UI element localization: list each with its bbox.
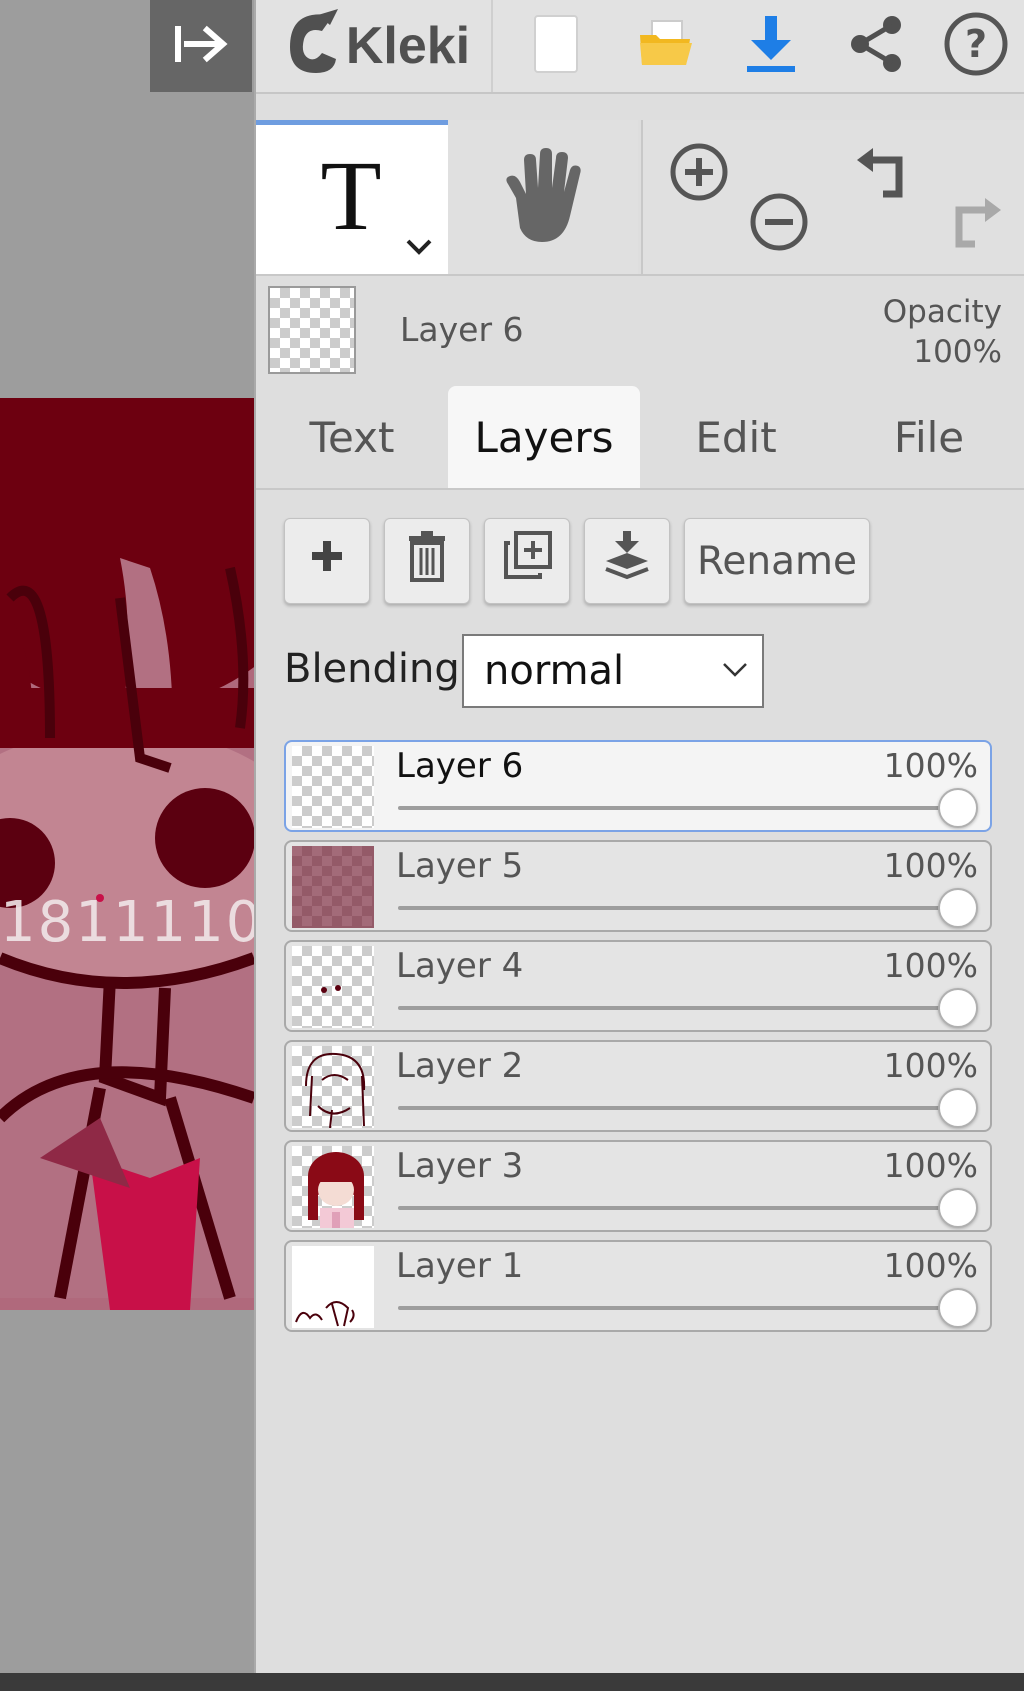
tab-layers[interactable]: Layers [448, 386, 640, 488]
new-image-icon [533, 14, 579, 78]
layer-opacity-value: 100% [883, 946, 978, 985]
layer-opacity-slider-handle[interactable] [938, 1088, 978, 1128]
download-icon [745, 14, 797, 78]
side-panel: Kleki ? T Layer 6 Opacity 100% Text Laye… [254, 0, 1024, 1673]
layer-opacity-slider-handle[interactable] [938, 1188, 978, 1228]
layer-thumbnail [292, 1246, 374, 1328]
share-icon [848, 15, 904, 77]
redo-icon[interactable] [945, 192, 1005, 256]
app-title: Kleki [345, 17, 471, 75]
undo-icon[interactable] [853, 142, 913, 206]
opacity-value: 100% [913, 334, 1002, 370]
app-logo[interactable]: Kleki [276, 0, 476, 92]
blending-select[interactable]: normal [462, 634, 764, 708]
layer-item-layer-2[interactable]: Layer 2 100% [284, 1040, 992, 1132]
zoom-controls [641, 120, 835, 274]
layer-opacity-value: 100% [883, 1246, 978, 1285]
layer-thumbnail [292, 1046, 374, 1128]
plus-icon [308, 537, 346, 585]
opacity-label: Opacity [882, 294, 1002, 330]
layer-thumbnail [292, 946, 374, 1028]
layer-item-layer-3[interactable]: Layer 3 100% [284, 1140, 992, 1232]
download-button[interactable] [721, 0, 821, 92]
tool-row: T [256, 120, 1024, 276]
layer-item-layer-1[interactable]: Layer 1 100% [284, 1240, 992, 1332]
merge-down-icon [602, 531, 652, 591]
layer-item-layer-4[interactable]: Layer 4 100% [284, 940, 992, 1032]
drawing-canvas-area[interactable]: 1811110 [0, 0, 254, 1691]
new-image-button[interactable] [506, 0, 606, 92]
current-layer-name: Layer 6 [400, 310, 524, 349]
layer-opacity-value: 100% [883, 1146, 978, 1185]
text-tool-icon: T [306, 140, 396, 251]
zoom-out-icon[interactable] [749, 192, 809, 256]
layer-opacity-slider[interactable] [398, 906, 958, 910]
layer-opacity-value: 100% [883, 846, 978, 885]
layer-thumbnail [292, 1146, 374, 1228]
layer-name: Layer 1 [396, 1246, 524, 1286]
layer-opacity-slider-handle[interactable] [938, 1288, 978, 1328]
chevron-down-icon [722, 662, 748, 682]
layer-opacity-value: 100% [883, 746, 978, 785]
toolbar-separator [491, 0, 493, 92]
trash-icon [407, 530, 447, 592]
kleki-logo-icon [282, 9, 342, 83]
layer-name: Layer 2 [396, 1046, 524, 1086]
text-tool-button[interactable]: T [256, 120, 448, 274]
tab-edit[interactable]: Edit [640, 386, 832, 488]
layer-opacity-slider[interactable] [398, 1006, 958, 1010]
blending-value: normal [484, 648, 625, 694]
layer-name: Layer 5 [396, 846, 524, 886]
system-bottom-bar [0, 1673, 1024, 1691]
svg-text:T: T [320, 145, 381, 245]
panel-tabs: Text Layers Edit File [256, 386, 1024, 490]
rename-layer-button[interactable]: Rename [684, 518, 870, 604]
merge-layer-down-button[interactable] [584, 518, 670, 604]
layer-opacity-slider-handle[interactable] [938, 988, 978, 1028]
layer-name: Layer 6 [396, 746, 524, 786]
current-layer-opacity: Opacity 100% [883, 292, 1002, 372]
add-layer-button[interactable] [284, 518, 370, 604]
delete-layer-button[interactable] [384, 518, 470, 604]
top-toolbar: Kleki ? [256, 0, 1024, 94]
open-folder-icon [638, 19, 694, 73]
hand-icon [498, 148, 582, 248]
layer-opacity-value: 100% [883, 1046, 978, 1085]
help-icon: ? [943, 11, 1009, 81]
duplicate-icon [502, 531, 552, 591]
layer-thumbnail [292, 746, 374, 828]
tab-text[interactable]: Text [256, 386, 448, 488]
duplicate-layer-button[interactable] [484, 518, 570, 604]
share-button[interactable] [826, 0, 926, 92]
current-layer-info: Layer 6 Opacity 100% [256, 276, 1024, 386]
hand-tool-button[interactable] [448, 120, 638, 274]
layer-opacity-slider-handle[interactable] [938, 788, 978, 828]
tab-file[interactable]: File [832, 386, 1024, 488]
current-layer-thumbnail [268, 286, 356, 374]
blending-label: Blending [284, 646, 460, 692]
layer-opacity-slider[interactable] [398, 1306, 958, 1310]
layer-item-layer-5[interactable]: Layer 5 100% [284, 840, 992, 932]
chevron-down-icon[interactable] [404, 237, 434, 261]
zoom-in-icon[interactable] [669, 142, 729, 206]
canvas-overlay-text: 1811110 [0, 890, 254, 955]
canvas-artwork[interactable] [0, 398, 254, 1310]
undo-redo-controls [833, 120, 1024, 274]
help-button[interactable]: ? [926, 0, 1024, 92]
collapse-panel-button[interactable] [150, 0, 252, 92]
svg-text:?: ? [965, 22, 987, 66]
layer-opacity-slider-handle[interactable] [938, 888, 978, 928]
open-file-button[interactable] [616, 0, 716, 92]
layer-opacity-slider[interactable] [398, 1106, 958, 1110]
collapse-panel-icon [171, 22, 231, 70]
layer-item-layer-6[interactable]: Layer 6 100% [284, 740, 992, 832]
layer-name: Layer 3 [396, 1146, 524, 1186]
layer-thumbnail [292, 846, 374, 928]
layer-opacity-slider[interactable] [398, 806, 958, 810]
layer-name: Layer 4 [396, 946, 524, 986]
layer-opacity-slider[interactable] [398, 1206, 958, 1210]
